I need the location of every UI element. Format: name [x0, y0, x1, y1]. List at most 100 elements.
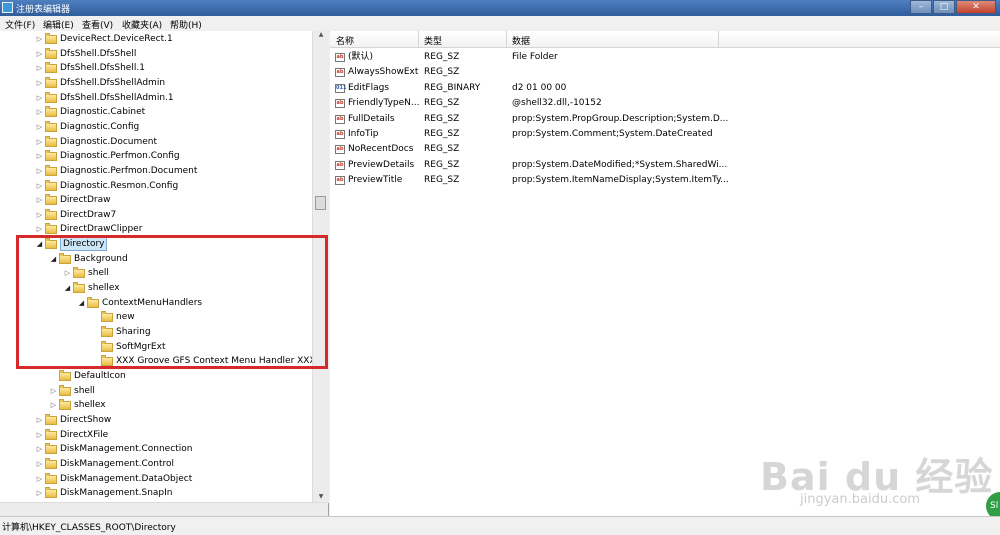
tree-node[interactable]: ◢ shellex [63, 281, 120, 295]
tree-node-label[interactable]: Sharing [116, 325, 151, 339]
tree-node[interactable]: ◢ Directory [35, 237, 108, 252]
tree-node-label[interactable]: DiskManagement.Control [60, 457, 174, 471]
tree-node[interactable]: ▷ DfsShell.DfsShellAdmin.1 [35, 91, 174, 105]
tree-node-label[interactable]: new [116, 310, 135, 324]
tree-node-label[interactable]: shell [74, 384, 95, 398]
tree-node-label[interactable]: SoftMgrExt [116, 340, 165, 354]
tree-node[interactable]: ▷ DirectXFile [35, 428, 108, 442]
value-row[interactable]: ab FullDetails REG_SZ prop:System.PropGroup… [330, 112, 1000, 127]
tree-node-label[interactable]: DfsShell.DfsShellAdmin [60, 76, 165, 90]
tree-node[interactable]: ▷ shell [63, 266, 109, 280]
column-divider[interactable] [418, 31, 419, 47]
tree-node-label[interactable]: DeviceRect.DeviceRect.1 [60, 32, 173, 46]
tree-node[interactable]: ▷ Diagnostic.Document [35, 135, 157, 149]
value-row[interactable]: ab InfoTip REG_SZ prop:System.Comment;Syste… [330, 127, 1000, 142]
tree-node[interactable]: ▷ DfsShell.DfsShell [35, 47, 136, 61]
expand-arrow-icon[interactable]: ▷ [35, 413, 44, 427]
menu-file[interactable]: 文件(F) [5, 18, 35, 31]
tree-node-label[interactable]: ContextMenuHandlers [102, 296, 202, 310]
value-row[interactable]: ab AlwaysShowExt REG_SZ [330, 65, 1000, 80]
tree-node[interactable]: ▷ Diagnostic.Config [35, 120, 139, 134]
tree-node-label[interactable]: DiskManagement.DataObject [60, 472, 192, 486]
registry-key-tree[interactable]: ▷ DeviceRect.DeviceRect.1 ▷ DfsShell.DfsShe… [0, 31, 329, 516]
tree-node[interactable]: ▷ DiskManagement.SnapIn [35, 486, 172, 500]
tree-node-label[interactable]: DiskManagement.Connection [60, 442, 192, 456]
tree-node[interactable]: ▷ DiskManagement.Connection [35, 442, 192, 456]
expand-arrow-icon[interactable]: ▷ [35, 76, 44, 90]
expand-arrow-icon[interactable]: ▷ [35, 105, 44, 119]
tree-node-label[interactable]: DfsShell.DfsShell [60, 47, 136, 61]
scrollbar-thumb[interactable] [315, 196, 326, 210]
tree-node[interactable]: ▷ DfsShell.DfsShellAdmin [35, 76, 165, 90]
expand-arrow-icon[interactable]: ▷ [35, 222, 44, 236]
expand-arrow-icon[interactable]: ▷ [35, 208, 44, 222]
tree-node-label[interactable]: Diagnostic.Perfmon.Document [60, 164, 197, 178]
tree-node-label[interactable]: DirectDraw7 [60, 208, 116, 222]
tree-node[interactable]: ▷ DirectDraw7 [35, 208, 116, 222]
value-row[interactable]: 011 EditFlags REG_BINARY d2 01 00 00 [330, 81, 1000, 96]
menu-view[interactable]: 查看(V) [82, 18, 113, 31]
tree-node-label[interactable]: DiskManagement.SnapIn [60, 486, 172, 500]
expand-arrow-icon[interactable]: ▷ [35, 91, 44, 105]
tree-horizontal-scrollbar[interactable] [0, 502, 328, 517]
column-divider[interactable] [718, 31, 719, 47]
tree-node[interactable]: ▷ shellex [49, 398, 106, 412]
expand-arrow-icon[interactable]: ▷ [35, 486, 44, 500]
tree-node-label[interactable]: Diagnostic.Perfmon.Config [60, 149, 180, 163]
expand-arrow-icon[interactable]: ▷ [49, 384, 58, 398]
tree-node-label[interactable]: DfsShell.DfsShell.1 [60, 61, 145, 75]
expand-arrow-icon[interactable]: ▷ [35, 120, 44, 134]
column-divider[interactable] [506, 31, 507, 47]
tree-node-label[interactable]: XXX Groove GFS Context Menu Handler XXX [116, 354, 316, 368]
expand-arrow-icon[interactable]: ▷ [35, 164, 44, 178]
tree-node[interactable]: ▷ DfsShell.DfsShell.1 [35, 61, 145, 75]
tree-node[interactable]: SoftMgrExt [91, 340, 165, 354]
expand-arrow-icon[interactable]: ▷ [35, 179, 44, 193]
tree-node-label[interactable]: Diagnostic.Config [60, 120, 139, 134]
tree-node-label[interactable]: Diagnostic.Resmon.Config [60, 179, 178, 193]
tree-node-label[interactable]: DirectShow [60, 413, 111, 427]
tree-node[interactable]: ▷ DeviceRect.DeviceRect.1 [35, 32, 173, 46]
tree-node[interactable]: ▷ DiskManagement.DataObject [35, 472, 192, 486]
value-row[interactable]: ab PreviewTitle REG_SZ prop:System.ItemName… [330, 173, 1000, 188]
collapse-arrow-icon[interactable]: ◢ [63, 281, 72, 295]
value-row[interactable]: ab PreviewDetails REG_SZ prop:System.DateMo… [330, 158, 1000, 173]
tree-node[interactable]: new [91, 310, 135, 324]
tree-node-label[interactable]: DirectDraw [60, 193, 110, 207]
close-button[interactable]: ✕ [956, 0, 996, 14]
tree-node-label[interactable]: DirectDrawClipper [60, 222, 142, 236]
tree-node[interactable]: ▷ Diagnostic.Cabinet [35, 105, 145, 119]
tree-node[interactable]: ▷ DiskManagement.Control [35, 457, 174, 471]
tree-node-label[interactable]: shellex [88, 281, 120, 295]
collapse-arrow-icon[interactable]: ◢ [49, 252, 58, 266]
expand-arrow-icon[interactable]: ▷ [35, 472, 44, 486]
value-row[interactable]: ab FriendlyTypeN... REG_SZ @shell32.dll,-10… [330, 96, 1000, 111]
tree-node-label[interactable]: Diagnostic.Cabinet [60, 105, 145, 119]
tree-node[interactable]: ▷ DirectShow [35, 413, 111, 427]
expand-arrow-icon[interactable]: ▷ [35, 193, 44, 207]
tree-node-label[interactable]: Diagnostic.Document [60, 135, 157, 149]
tree-node[interactable]: ▷ Diagnostic.Resmon.Config [35, 179, 178, 193]
tree-node[interactable]: ▷ DirectDraw [35, 193, 110, 207]
expand-arrow-icon[interactable]: ▷ [63, 266, 72, 280]
column-header-data[interactable]: 数据 [512, 34, 530, 47]
expand-arrow-icon[interactable]: ▷ [35, 149, 44, 163]
tree-node-label-selected[interactable]: Directory [60, 237, 108, 252]
expand-arrow-icon[interactable]: ▷ [35, 442, 44, 456]
expand-arrow-icon[interactable]: ▷ [35, 61, 44, 75]
tree-node[interactable]: ▷ shell [49, 384, 95, 398]
expand-arrow-icon[interactable]: ▷ [35, 47, 44, 61]
value-row[interactable]: ab NoRecentDocs REG_SZ [330, 142, 1000, 157]
tree-node[interactable]: ◢ ContextMenuHandlers [77, 296, 202, 310]
tree-node-label[interactable]: shellex [74, 398, 106, 412]
tree-node[interactable]: DefaultIcon [49, 369, 126, 383]
tree-node[interactable]: ▷ DirectDrawClipper [35, 222, 142, 236]
column-header-type[interactable]: 类型 [424, 34, 442, 47]
menu-favorites[interactable]: 收藏夹(A) [122, 18, 162, 31]
collapse-arrow-icon[interactable]: ◢ [77, 296, 86, 310]
tree-vertical-scrollbar[interactable]: ▲ ▼ [312, 31, 329, 503]
tree-node[interactable]: Sharing [91, 325, 151, 339]
tree-node-label[interactable]: Background [74, 252, 128, 266]
expand-arrow-icon[interactable]: ▷ [35, 457, 44, 471]
expand-arrow-icon[interactable]: ▷ [35, 32, 44, 46]
